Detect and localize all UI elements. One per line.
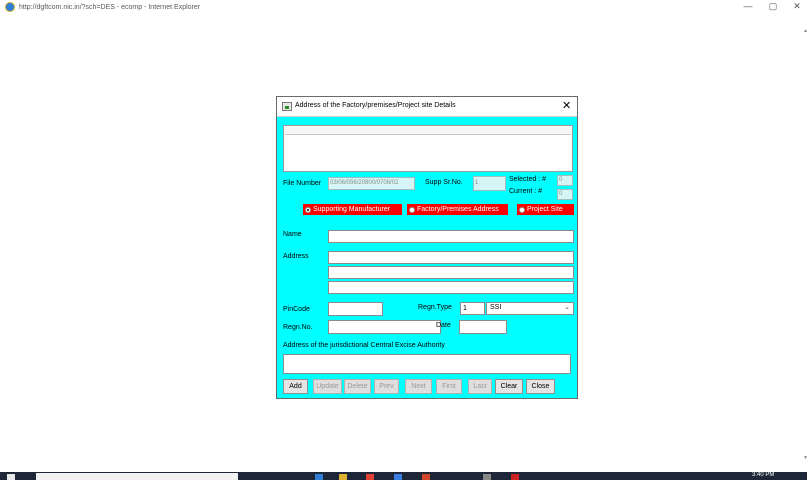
close-button[interactable]: Close	[526, 379, 555, 394]
address-line-1-input[interactable]	[328, 251, 574, 264]
radio-label: Factory/Premises Address	[417, 206, 499, 213]
windows-icon[interactable]	[7, 474, 15, 480]
name-input[interactable]	[328, 230, 574, 243]
taskbar-search-box[interactable]	[36, 473, 238, 480]
window-title: http://dgftcom.nic.in/?sch=DES - ecomp -…	[19, 3, 201, 11]
chevron-down-icon: ⌄	[564, 304, 570, 311]
radio-unselected-icon	[519, 206, 525, 213]
regn-no-input[interactable]	[328, 320, 441, 334]
prev-button[interactable]: Prev	[374, 379, 399, 394]
minimize-button[interactable]: —	[738, 0, 758, 14]
address-label: Address	[283, 253, 309, 260]
app-taskbar-icon[interactable]	[483, 474, 491, 480]
radio-unselected-icon	[409, 206, 415, 213]
selected-label: Selected : #	[509, 176, 546, 183]
window-close-button[interactable]: ✕	[787, 0, 807, 14]
dialog-close-button[interactable]: ✕	[562, 99, 571, 112]
next-button[interactable]: Next	[405, 379, 432, 394]
supp-srno-field: 1	[473, 176, 506, 191]
dialog-title: Address of the Factory/premises/Project …	[295, 102, 456, 109]
mail-taskbar-icon[interactable]	[394, 474, 402, 480]
radio-factory-premises[interactable]: Factory/Premises Address	[407, 204, 508, 215]
name-label: Name	[283, 231, 302, 238]
excise-authority-label: Address of the jurisdictional Central Ex…	[283, 342, 445, 349]
add-button[interactable]: Add	[283, 379, 308, 394]
scroll-up-arrow-icon[interactable]: ▲	[803, 28, 807, 34]
file-number-label: File Number	[283, 180, 322, 187]
regn-type-selected-value: SSI	[490, 304, 502, 311]
dialog-titlebar: Address of the Factory/premises/Project …	[277, 97, 577, 117]
radio-label: Project Site	[527, 206, 563, 213]
maximize-button[interactable]: ▢	[763, 0, 783, 14]
radio-selected-icon	[305, 206, 311, 213]
date-input[interactable]	[459, 320, 507, 334]
folder-taskbar-icon[interactable]	[339, 474, 347, 480]
pincode-input[interactable]	[328, 302, 383, 316]
pincode-label: PinCode	[283, 306, 310, 313]
regn-type-select[interactable]: SSI ⌄	[486, 302, 574, 315]
current-count-field: 0	[557, 189, 573, 200]
excise-authority-input[interactable]	[283, 354, 571, 374]
radio-supporting-manufacturer[interactable]: Supporting Manufacturer	[303, 204, 402, 215]
ie-taskbar-icon[interactable]	[315, 474, 323, 480]
scroll-down-arrow-icon[interactable]: ▼	[803, 455, 807, 461]
regn-no-label: Regn.No.	[283, 324, 313, 331]
radio-label: Supporting Manufacturer	[313, 206, 391, 213]
factory-address-dialog: Address of the Factory/premises/Project …	[276, 96, 578, 399]
update-button[interactable]: Update	[313, 379, 342, 394]
selected-count-field: 0	[557, 175, 573, 186]
address-line-3-input[interactable]	[328, 281, 574, 294]
regn-type-label: Regn.Type	[418, 304, 452, 311]
java-window-icon	[282, 102, 292, 111]
date-label: Date	[436, 322, 451, 329]
address-line-2-input[interactable]	[328, 266, 574, 279]
delete-button[interactable]: Delete	[344, 379, 371, 394]
first-button[interactable]: First	[436, 379, 462, 394]
window-titlebar: http://dgftcom.nic.in/?sch=DES - ecomp -…	[0, 0, 807, 14]
last-button[interactable]: Last	[468, 379, 492, 394]
office-taskbar-icon[interactable]	[422, 474, 430, 480]
pdf-taskbar-icon[interactable]	[511, 474, 519, 480]
radio-project-site[interactable]: Project Site	[517, 204, 574, 215]
supp-srno-label: Supp Sr.No.	[425, 179, 463, 186]
address-list[interactable]	[283, 125, 573, 172]
file-number-field: 03/06/056/20800/0708/02	[328, 177, 415, 190]
clear-button[interactable]: Clear	[495, 379, 523, 394]
chrome-taskbar-icon[interactable]	[366, 474, 374, 480]
internet-explorer-icon	[5, 2, 15, 12]
list-item[interactable]	[285, 127, 571, 135]
taskbar-clock[interactable]: 3:40 PM	[752, 472, 774, 478]
current-label: Current : #	[509, 188, 543, 195]
regn-type-code-input[interactable]: 1	[460, 302, 485, 315]
